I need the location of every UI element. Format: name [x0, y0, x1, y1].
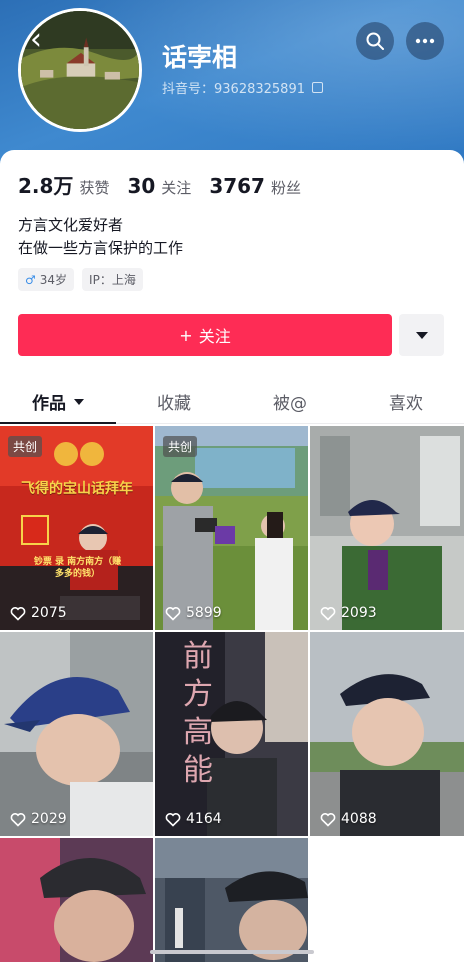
tab-likes[interactable]: 喜欢	[348, 380, 464, 423]
poster-title: 飞得的宝山话拜年	[21, 481, 133, 497]
more-options-dropdown[interactable]	[399, 314, 444, 356]
back-arrow-icon: ‹	[30, 22, 42, 57]
content-tabs: 作品 收藏 被@ 喜欢	[0, 380, 464, 424]
like-count-text: 4164	[186, 811, 222, 827]
plus-icon: +	[179, 325, 193, 345]
video-thumbnail[interactable]: 4088	[310, 632, 464, 836]
thumbnail-image	[0, 632, 153, 836]
heart-icon	[10, 812, 26, 827]
like-count: 4088	[320, 811, 377, 827]
video-thumbnail[interactable]: 飞得的宝山话拜年 钞票 录 南方南方（赚多多的钱） 共创 2075	[0, 426, 153, 630]
bio: 方言文化爱好者 在做一些方言保护的工作	[18, 214, 183, 260]
profile-tags: ♂ 34岁 IP：上海	[18, 268, 143, 291]
neon-sign-text: 前方高能	[183, 639, 213, 788]
back-button[interactable]: ‹	[18, 22, 54, 58]
age-tag: ♂ 34岁	[18, 268, 75, 291]
stat-following-label: 关注	[161, 179, 192, 197]
more-dots-icon	[415, 38, 435, 44]
tab-favorites-label: 收藏	[157, 394, 191, 414]
home-indicator	[150, 950, 314, 954]
ip-text: IP：上海	[89, 273, 136, 287]
tab-works-label: 作品	[32, 394, 66, 414]
like-count: 2029	[10, 811, 67, 827]
stat-followers-label: 粉丝	[270, 179, 301, 197]
tab-mentions[interactable]: 被@	[232, 380, 348, 423]
follow-button[interactable]: + 关注	[18, 314, 392, 356]
stat-followers-count: 3767	[209, 174, 265, 198]
cocreate-badge: 共创	[8, 436, 43, 457]
thumbnail-image	[155, 632, 308, 836]
like-count: 2075	[10, 605, 67, 621]
tab-works[interactable]: 作品	[0, 380, 116, 424]
stats-row: 2.8万 获赞 30 关注 3767 粉丝	[18, 170, 319, 199]
poster-subtitle: 钞票 录 南方南方（赚多多的钱）	[33, 557, 122, 579]
more-button[interactable]	[406, 22, 444, 60]
like-count: 2093	[320, 605, 377, 621]
video-thumbnail[interactable]	[0, 838, 153, 962]
heart-icon	[320, 812, 336, 827]
thumbnail-image	[155, 838, 308, 962]
stat-followers[interactable]: 3767 粉丝	[209, 174, 301, 198]
douyin-id[interactable]: 抖音号：93628325891	[162, 78, 323, 97]
video-thumbnail[interactable]: 前方高能 4164	[155, 632, 308, 836]
thumbnail-image	[310, 426, 464, 630]
profile-panel: 2.8万 获赞 30 关注 3767 粉丝 方言文化爱好者 在做一些方言保护的工…	[0, 150, 464, 380]
video-grid: 飞得的宝山话拜年 钞票 录 南方南方（赚多多的钱） 共创 2075 共创 589…	[0, 426, 464, 962]
like-count-text: 2075	[31, 605, 67, 621]
tab-likes-label: 喜欢	[389, 394, 423, 414]
follow-label: 关注	[198, 327, 231, 346]
like-count-text: 2029	[31, 811, 67, 827]
like-count: 4164	[165, 811, 222, 827]
like-count-text: 4088	[341, 811, 377, 827]
heart-icon	[165, 606, 181, 621]
tab-mentions-label: 被@	[273, 394, 307, 414]
bio-line-1: 方言文化爱好者	[18, 216, 124, 234]
thumbnail-image	[310, 632, 464, 836]
like-count: 5899	[165, 605, 222, 621]
video-thumbnail[interactable]: 共创 5899	[155, 426, 308, 630]
username: 话孛相	[162, 43, 238, 72]
stat-likes[interactable]: 2.8万 获赞	[18, 170, 109, 199]
chevron-down-icon	[415, 331, 428, 339]
caret-down-icon	[74, 398, 84, 405]
stat-likes-count: 2.8万	[18, 174, 74, 198]
bio-line-2: 在做一些方言保护的工作	[18, 239, 184, 257]
cocreate-badge: 共创	[163, 436, 198, 457]
stat-following[interactable]: 30 关注	[127, 174, 191, 198]
search-icon	[366, 32, 384, 50]
copy-icon[interactable]	[311, 82, 323, 93]
heart-icon	[165, 812, 181, 827]
like-count-text: 5899	[186, 605, 222, 621]
ip-tag: IP：上海	[82, 268, 143, 291]
tab-favorites[interactable]: 收藏	[116, 380, 232, 423]
video-thumbnail[interactable]	[155, 838, 308, 962]
age-text: 34岁	[39, 273, 68, 287]
douyin-id-text: 抖音号：93628325891	[162, 82, 305, 97]
stat-following-count: 30	[127, 174, 156, 198]
heart-icon	[320, 606, 336, 621]
video-thumbnail[interactable]: 2029	[0, 632, 153, 836]
video-thumbnail[interactable]: 2093	[310, 426, 464, 630]
heart-icon	[10, 606, 26, 621]
male-icon: ♂	[25, 272, 36, 287]
like-count-text: 2093	[341, 605, 377, 621]
thumbnail-image	[0, 838, 153, 962]
stat-likes-label: 获赞	[79, 179, 110, 197]
search-button[interactable]	[356, 22, 394, 60]
